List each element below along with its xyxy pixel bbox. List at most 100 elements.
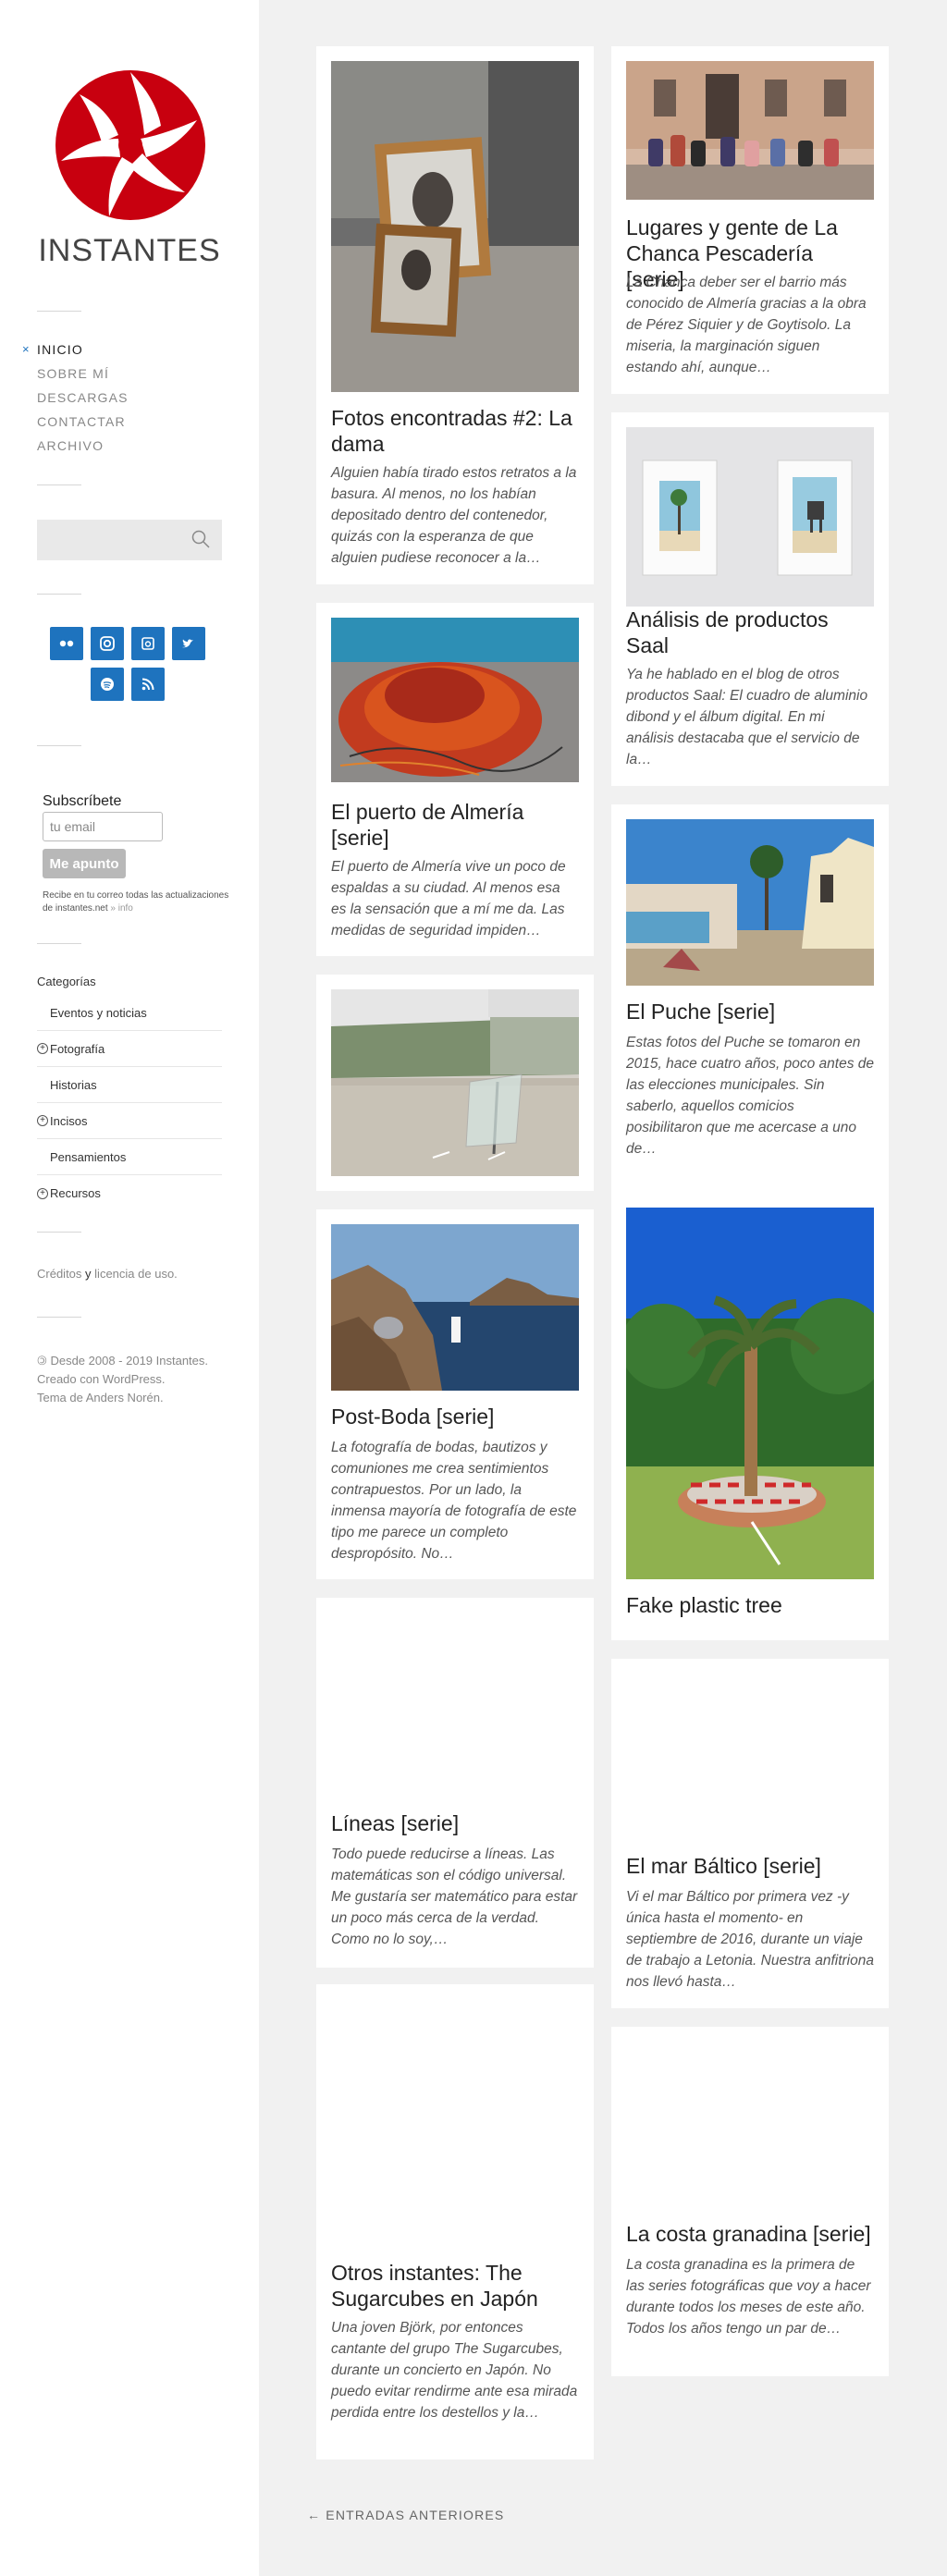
post-title[interactable]: El puerto de Almería [serie] (331, 799, 579, 851)
post-thumbnail[interactable] (331, 1999, 579, 2260)
twitter-icon[interactable] (172, 627, 205, 660)
post-card[interactable]: Líneas [serie] Todo puede reducirse a lí… (316, 1598, 594, 1968)
subscribe-note-text: Recibe en tu correo todas las actualizac… (43, 890, 229, 914)
social-row-2 (91, 668, 165, 701)
nav-item-contactar[interactable]: CONTACTAR (37, 412, 129, 436)
post-thumbnail[interactable] (626, 2042, 874, 2223)
post-excerpt: Alguien había tirado estos retratos a la… (331, 465, 577, 566)
cc-icon: 🄯 (37, 1354, 47, 1368)
post-title[interactable]: Líneas [serie] (331, 1810, 579, 1836)
category-item[interactable]: Pensamientos (37, 1139, 222, 1175)
license-link[interactable]: licencia de uso. (94, 1267, 178, 1281)
instagram-icon[interactable] (91, 627, 124, 660)
subscribe-info-link[interactable]: » info (110, 903, 132, 914)
category-item[interactable]: Eventos y noticias (37, 995, 222, 1031)
divider (37, 311, 81, 312)
post-excerpt: Una joven Björk, por entonces cantante d… (331, 2320, 578, 2421)
post-excerpt: La costa granadina es la primera de las … (626, 2257, 871, 2337)
expand-icon[interactable]: + (37, 1187, 48, 1199)
category-item[interactable]: Historias (37, 1067, 222, 1103)
footer-info: 🄯 Desde 2008 - 2019 Instantes. Creado co… (37, 1352, 240, 1407)
credits-y: y (85, 1267, 92, 1281)
expand-icon[interactable]: + (37, 1115, 48, 1126)
post-card[interactable]: Análisis de productos Saal Ya he hablado… (611, 412, 889, 786)
search-icon[interactable] (191, 529, 211, 549)
main-nav: × INICIO SOBRE MÍ DESCARGAS CONTACTAR ARC… (22, 340, 129, 460)
nav-item-descargas[interactable]: DESCARGAS (37, 388, 129, 412)
post-thumbnail[interactable] (626, 819, 874, 986)
divider (37, 1232, 81, 1233)
nav-item-inicio[interactable]: × INICIO (22, 340, 129, 364)
post-title[interactable]: Análisis de productos Saal (626, 607, 874, 658)
post-thumbnail[interactable] (626, 61, 874, 200)
post-title[interactable]: Otros instantes: The Sugarcubes en Japón (331, 2260, 579, 2312)
post-excerpt: Ya he hablado en el blog de otros produc… (626, 667, 868, 767)
post-title[interactable]: Post-Boda [serie] (331, 1404, 579, 1429)
post-excerpt: La Chanca deber ser el barrio más conoci… (626, 275, 867, 375)
nav-item-label: ARCHIVO (37, 438, 105, 453)
older-posts-link[interactable]: ← ENTRADAS ANTERIORES (307, 2508, 504, 2522)
post-excerpt: Vi el mar Báltico por primera vez -y úni… (626, 1889, 874, 1990)
spotify-icon[interactable] (91, 668, 124, 701)
category-item[interactable]: + Incisos (37, 1103, 222, 1139)
nav-item-archivo[interactable]: ARCHIVO (37, 436, 129, 460)
post-thumbnail[interactable] (331, 61, 579, 392)
email-field[interactable] (43, 812, 163, 841)
post-title[interactable]: La costa granadina [serie] (626, 2221, 874, 2247)
categories-list: Eventos y noticias + Fotografía Historias… (37, 995, 222, 1211)
post-card[interactable] (316, 975, 594, 1191)
post-title[interactable]: Fake plastic tree (626, 1592, 874, 1618)
post-card[interactable]: Otros instantes: The Sugarcubes en Japón… (316, 1984, 594, 2459)
expand-icon[interactable]: + (37, 1043, 48, 1054)
divider (37, 594, 81, 595)
post-title[interactable]: El mar Báltico [serie] (626, 1853, 874, 1879)
site-logo[interactable] (54, 68, 207, 222)
category-label: Fotografía (50, 1041, 105, 1056)
footer-line: Desde 2008 - 2019 Instantes. (50, 1354, 209, 1368)
post-thumbnail[interactable] (626, 1674, 874, 1855)
credits-link[interactable]: Créditos (37, 1267, 81, 1281)
post-card[interactable]: El Puche [serie] Estas fotos del Puche s… (611, 804, 889, 1193)
post-title[interactable]: El Puche [serie] (626, 999, 874, 1024)
post-thumbnail[interactable] (331, 989, 579, 1176)
500px-icon[interactable] (131, 627, 165, 660)
rss-icon[interactable] (131, 668, 165, 701)
post-card[interactable]: Fake plastic tree (611, 1193, 889, 1640)
footer-line[interactable]: Tema de Anders Norén. (37, 1389, 240, 1407)
footer-line[interactable]: Creado con WordPress. (37, 1370, 240, 1389)
post-card[interactable]: La costa granadina [serie] La costa gran… (611, 2027, 889, 2376)
active-marker-icon: × (22, 342, 31, 356)
post-excerpt: Todo puede reducirse a líneas. Las matem… (331, 1846, 578, 1947)
site-title[interactable]: INSTANTES (37, 233, 222, 269)
category-label: Recursos (50, 1186, 101, 1200)
post-card[interactable]: Lugares y gente de La Chanca Pescadería … (611, 46, 889, 394)
category-label: Pensamientos (50, 1149, 127, 1164)
nav-item-sobre-mi[interactable]: SOBRE MÍ (37, 364, 129, 388)
category-item[interactable]: + Recursos (37, 1175, 222, 1211)
post-card[interactable]: Post-Boda [serie] La fotografía de bodas… (316, 1209, 594, 1579)
nav-item-label: SOBRE MÍ (37, 366, 110, 381)
post-excerpt: La fotografía de bodas, bautizos y comun… (331, 1440, 577, 1562)
divider (37, 943, 81, 944)
post-excerpt: Estas fotos del Puche se tomaron en 2015… (626, 1035, 875, 1157)
nav-item-label: INICIO (37, 342, 83, 357)
category-label: Eventos y noticias (50, 1005, 147, 1020)
post-title[interactable]: Fotos encontradas #2: La dama (331, 405, 579, 457)
post-card[interactable]: El mar Báltico [serie] Vi el mar Báltico… (611, 1659, 889, 2008)
post-thumbnail[interactable] (331, 1613, 579, 1812)
post-thumbnail[interactable] (626, 1208, 874, 1579)
post-card[interactable]: El puerto de Almería [serie] El puerto d… (316, 603, 594, 956)
subscribe-button[interactable]: Me apunto (43, 849, 126, 878)
post-card[interactable]: Fotos encontradas #2: La dama Alguien ha… (316, 46, 594, 584)
flickr-icon[interactable] (50, 627, 83, 660)
divider (37, 1317, 81, 1318)
category-item[interactable]: + Fotografía (37, 1031, 222, 1067)
category-label: Historias (50, 1077, 97, 1092)
post-thumbnail[interactable] (626, 427, 874, 607)
post-thumbnail[interactable] (331, 1224, 579, 1391)
subscribe-title: Subscríbete (43, 793, 122, 809)
post-excerpt: El puerto de Almería vive un poco de esp… (331, 859, 566, 938)
categories-title: Categorías (37, 975, 96, 988)
subscribe-note: Recibe en tu correo todas las actualizac… (43, 889, 237, 915)
post-thumbnail[interactable] (331, 618, 579, 782)
